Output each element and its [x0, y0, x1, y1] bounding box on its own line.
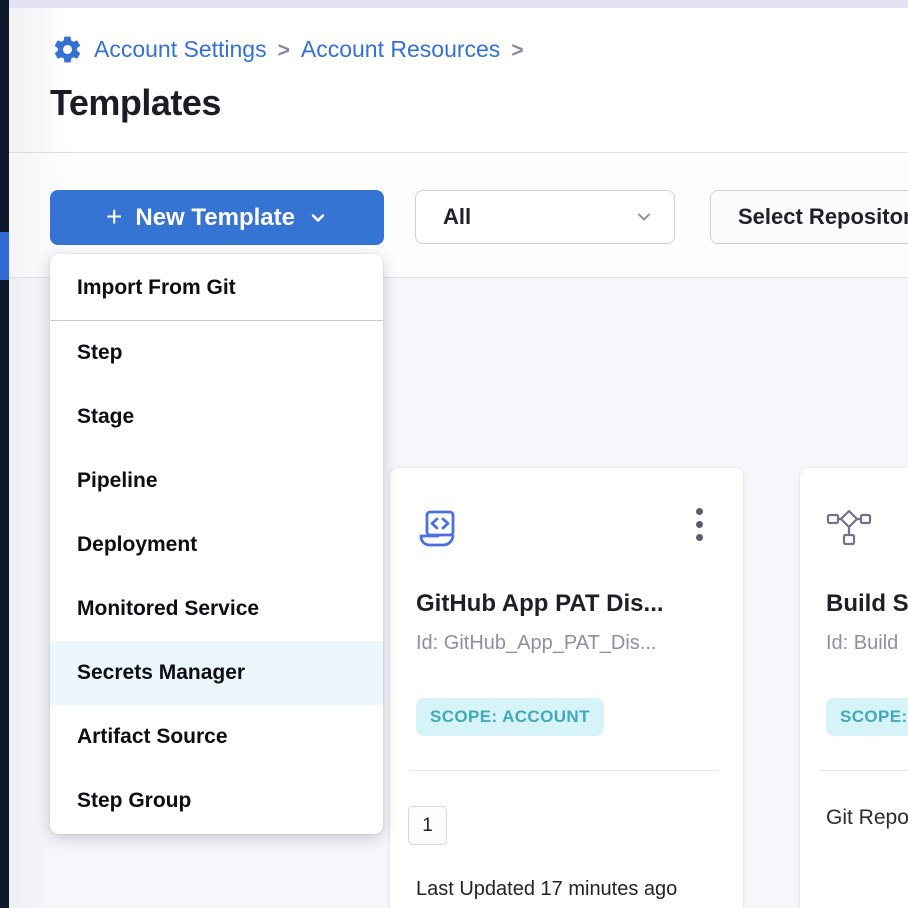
- breadcrumb-account-settings[interactable]: Account Settings: [94, 36, 267, 63]
- nav-rail-active-indicator: [0, 232, 9, 280]
- template-type-filter[interactable]: All: [415, 190, 675, 244]
- page-title: Templates: [50, 82, 221, 124]
- menu-item-artifact-source[interactable]: Artifact Source: [50, 705, 383, 769]
- settings-gear-icon: [52, 34, 83, 65]
- breadcrumb-separator: >: [278, 39, 290, 63]
- menu-item-step-group[interactable]: Step Group: [50, 769, 383, 833]
- breadcrumb-account-resources[interactable]: Account Resources: [301, 36, 500, 63]
- menu-item-pipeline[interactable]: Pipeline: [50, 449, 383, 513]
- chevron-down-icon: [308, 208, 328, 228]
- template-card-id: Id: GitHub_App_PAT_Dis...: [416, 632, 656, 655]
- card-divider: [410, 770, 718, 771]
- scope-badge: SCOPE: ACCOUNT: [416, 698, 604, 736]
- template-card[interactable]: Build St Id: Build SCOPE: ACCOUNT Git Re…: [800, 468, 908, 908]
- repository-filter-placeholder: Select Repository: [738, 204, 908, 230]
- git-repo-text: Git Repo: [826, 806, 908, 830]
- template-card-title: Build St: [826, 590, 908, 618]
- card-divider: [820, 770, 908, 771]
- menu-item-step[interactable]: Step: [50, 321, 383, 385]
- code-laptop-icon: [416, 508, 460, 552]
- stage-icon: [826, 508, 872, 548]
- plus-icon: +: [106, 203, 122, 231]
- template-card-title: GitHub App PAT Dis...: [416, 590, 664, 618]
- last-updated-text: Last Updated 17 minutes ago: [416, 878, 677, 901]
- breadcrumb: Account Settings > Account Resources >: [52, 34, 524, 65]
- menu-item-stage[interactable]: Stage: [50, 385, 383, 449]
- breadcrumb-separator: >: [511, 39, 523, 63]
- menu-item-secrets-manager[interactable]: Secrets Manager: [50, 641, 383, 705]
- template-type-filter-value: All: [443, 204, 471, 230]
- menu-item-import-from-git[interactable]: Import From Git: [50, 255, 383, 321]
- window-top-bar: [0, 0, 908, 8]
- template-card-id: Id: Build: [826, 632, 898, 655]
- template-card[interactable]: GitHub App PAT Dis... Id: GitHub_App_PAT…: [390, 468, 743, 908]
- repository-filter[interactable]: Select Repository: [710, 190, 908, 244]
- menu-item-monitored-service[interactable]: Monitored Service: [50, 577, 383, 641]
- new-template-button[interactable]: + New Template: [50, 190, 384, 245]
- scope-badge: SCOPE: ACCOUNT: [826, 698, 908, 736]
- menu-item-deployment[interactable]: Deployment: [50, 513, 383, 577]
- card-options-menu-icon[interactable]: [692, 504, 707, 545]
- new-template-label: New Template: [135, 204, 295, 232]
- collapsed-nav-rail: [0, 0, 9, 908]
- chevron-down-icon: [634, 207, 654, 227]
- version-badge: 1: [408, 806, 447, 845]
- page-header: Account Settings > Account Resources > T…: [9, 8, 908, 152]
- header-divider: [0, 152, 908, 153]
- new-template-dropdown-menu: Import From Git Step Stage Pipeline Depl…: [50, 254, 383, 834]
